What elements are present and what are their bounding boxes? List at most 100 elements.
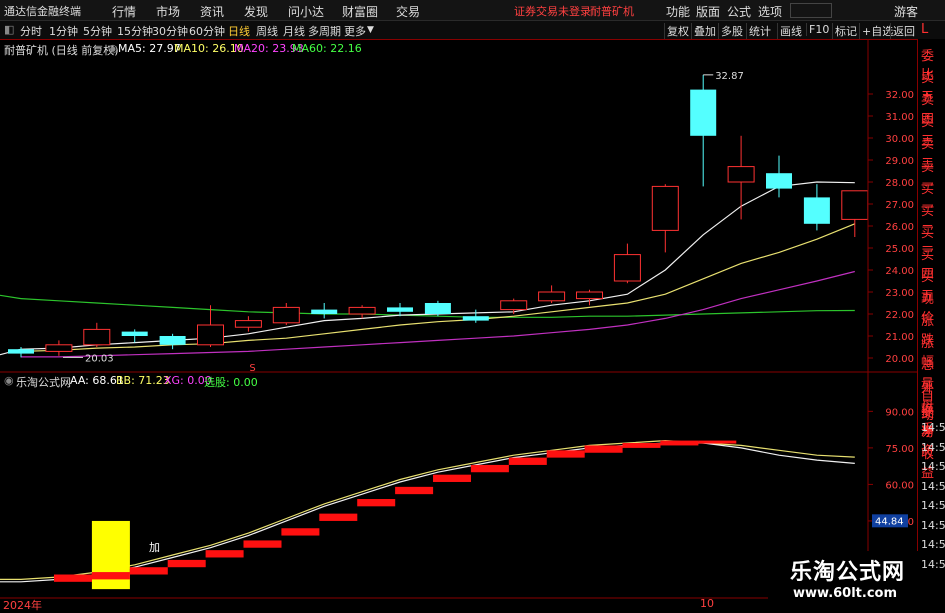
indicator-bar (508, 457, 547, 465)
menu-quotes[interactable]: 行情 (112, 3, 136, 20)
candle-body (538, 291, 566, 302)
mark-button[interactable]: 标记 (832, 23, 859, 39)
stock-name: 耐普矿机 (590, 5, 634, 18)
period-toolbar: ◧ 分时 1分钟 5分钟 15分钟 30分钟 60分钟 日线 周线 月线 多周期… (0, 21, 945, 40)
draw-line-button[interactable]: 画线 (777, 23, 804, 39)
candle-body (576, 291, 603, 300)
menu-news[interactable]: 资讯 (200, 3, 224, 20)
price-tick-label: 29.00 (885, 156, 914, 167)
indicator-bar (395, 486, 434, 495)
menu-options[interactable]: 选项 (758, 3, 782, 20)
period-tab-daily[interactable]: 日线 (228, 23, 250, 39)
menu-wealth[interactable]: 财富圈 (342, 3, 378, 20)
x-axis-start-label: 2024年 (3, 599, 42, 612)
period-tab-60min[interactable]: 60分钟 (189, 23, 225, 39)
indicator-bar (319, 513, 358, 521)
candle-body (727, 166, 755, 183)
price-tick-label: 27.00 (885, 200, 914, 211)
kline-chart[interactable]: 32.00 31.00 30.00 29.00 28.00 27.00 26.00 25.00… (0, 39, 917, 609)
f10-button[interactable]: F10 (806, 23, 831, 36)
candle-body (803, 197, 830, 224)
overlay-button[interactable]: 叠加 (691, 23, 718, 39)
menu-bar: 通达信金融终端 行情 市场 资讯 发现 问小达 财富圈 交易 证券交易未登录 耐… (0, 0, 945, 21)
indicator-tick-label: 90.00 (885, 407, 914, 418)
price-tick-label: 28.00 (885, 178, 914, 189)
candle-body (197, 324, 224, 346)
quote-side-panel[interactable]: L 委比 卖五 卖四 卖三 卖二 卖一 买一 买二 买三 买四 买五 现价 涨跌 涨幅 总量 外盘 换手 净资 收益… (917, 22, 945, 609)
candle-body (159, 336, 186, 345)
price-tick-label: 22.00 (885, 310, 914, 321)
menu-formula[interactable]: 公式 (727, 3, 751, 20)
indicator-title[interactable]: 乐淘公式网 (16, 374, 71, 390)
menu-discover[interactable]: 发现 (244, 3, 268, 20)
watermark-url: www.60lt.com (793, 586, 898, 601)
candle-body (45, 344, 73, 352)
trade-login-warning[interactable]: 证券交易未登录 (514, 3, 591, 19)
chevron-down-icon[interactable]: ▼ (367, 25, 374, 35)
price-tick-label: 21.00 (885, 332, 914, 343)
candle-body (424, 303, 451, 314)
indicator-bar (622, 443, 661, 448)
app-title: 通达信金融终端 (4, 5, 81, 18)
indicator-bar (660, 440, 699, 446)
side-time-item: 14:56 (921, 421, 945, 434)
minimize-box[interactable] (790, 3, 832, 18)
price-tick-label: 23.00 (885, 288, 914, 299)
side-top-letter[interactable]: L (921, 22, 928, 37)
indicator-bar (281, 528, 320, 536)
period-tab-15min[interactable]: 15分钟 (117, 23, 153, 39)
low-price-label: 20.03 (85, 353, 114, 364)
indicator-bar (129, 567, 168, 575)
candle-body (83, 328, 111, 346)
period-tab-30min[interactable]: 30分钟 (152, 23, 188, 39)
candle-body (651, 185, 679, 231)
high-price-label: 32.87 (715, 71, 744, 82)
price-tick-label: 32.00 (885, 90, 914, 101)
indicator-bar (91, 572, 130, 580)
side-time-item: 14:56 (921, 499, 945, 512)
statistics-button[interactable]: 统计 (746, 23, 773, 39)
back-button[interactable]: 返回 (890, 23, 917, 39)
price-tick-label: 20.00 (885, 354, 914, 365)
indicator-bar (205, 550, 244, 558)
restore-rights-button[interactable]: 复权 (664, 23, 691, 39)
x-axis-marker-label: 10 (700, 597, 714, 610)
chevron-down-icon[interactable]: ◉ (4, 374, 14, 387)
candle-body (500, 300, 528, 311)
menu-market[interactable]: 市场 (156, 3, 180, 20)
price-tick-label: 25.00 (885, 244, 914, 255)
left-arrow-icon[interactable]: ◧ (4, 23, 14, 36)
menu-layout[interactable]: 版面 (696, 3, 720, 20)
indicator-bar (54, 574, 92, 582)
side-time-item: 14:56 (921, 460, 945, 473)
guest-label[interactable]: 游客 (894, 3, 918, 20)
candle-body (121, 331, 148, 336)
candle-body (272, 306, 300, 324)
menu-assistant[interactable]: 问小达 (288, 3, 324, 20)
period-tab-1min[interactable]: 1分钟 (49, 23, 78, 39)
period-tab-more[interactable]: 更多 (344, 23, 366, 39)
period-tab-intraday[interactable]: 分时 (20, 23, 42, 39)
candle-body (387, 307, 413, 312)
multi-stock-button[interactable]: 多股 (718, 23, 745, 39)
indicator-note: 加 (149, 541, 160, 554)
indicator-bar (584, 445, 623, 453)
period-tab-multi[interactable]: 多周期 (308, 23, 341, 39)
candle-body (613, 254, 641, 282)
candle-body (690, 89, 717, 136)
side-time-item: 14:56 (921, 479, 945, 493)
period-tab-weekly[interactable]: 周线 (256, 23, 278, 39)
candle-body (348, 306, 376, 315)
side-time-item: 14:56 (921, 440, 945, 454)
period-tab-monthly[interactable]: 月线 (283, 23, 305, 39)
price-tick-label: 30.00 (885, 134, 914, 145)
menu-functions[interactable]: 功能 (666, 3, 690, 20)
side-time-item: 14:56 (921, 538, 945, 551)
bb-label: BB: 71.23 (116, 374, 170, 387)
side-time-item: 14:56 (921, 518, 945, 532)
menu-trade[interactable]: 交易 (396, 3, 420, 20)
watermark-title: 乐淘公式网 (790, 560, 906, 585)
candle-body (841, 190, 869, 220)
candle-body (234, 320, 262, 328)
period-tab-5min[interactable]: 5分钟 (83, 23, 112, 39)
